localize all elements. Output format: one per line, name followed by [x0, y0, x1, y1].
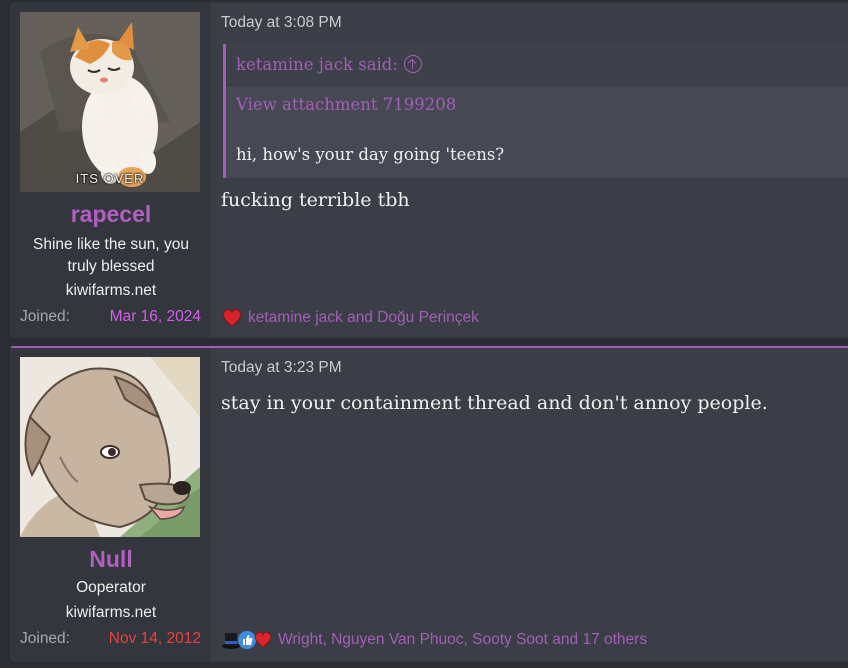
post: Null Ooperator kiwifarms.net Joined: Nov… [10, 346, 848, 662]
username[interactable]: rapecel [11, 201, 211, 228]
user-banner: kiwifarms.net [65, 604, 157, 621]
post-timestamp[interactable]: Today at 3:23 PM [221, 359, 342, 377]
reactions-bar[interactable]: ketamine jack and Doğu Perinçek [221, 307, 479, 329]
username[interactable]: Null [11, 546, 211, 573]
message-user: Null Ooperator kiwifarms.net Joined: Nov… [11, 348, 211, 661]
post-body: fucking terrible tbh [221, 189, 410, 211]
joined-date: Mar 16, 2024 [109, 308, 201, 325]
quote-block: ketamine jack said: View attachment 7199… [223, 44, 848, 178]
avatar[interactable] [20, 357, 200, 537]
user-title: Ooperator [76, 579, 146, 596]
joined-label: Joined: [20, 630, 70, 647]
post-body: stay in your containment thread and don'… [221, 392, 768, 414]
quote-header: ketamine jack said: [226, 44, 848, 86]
message-user: ITS OVER rapecel Shine like the sun, you… [11, 3, 211, 337]
quote-author-link[interactable]: ketamine jack said: [236, 55, 422, 74]
avatar-caption: ITS OVER [75, 171, 145, 186]
avatar[interactable]: ITS OVER [20, 12, 200, 192]
heart-icon [254, 631, 272, 648]
user-title: Shine like the sun, you truly blessed [33, 236, 189, 275]
post: ITS OVER rapecel Shine like the sun, you… [10, 2, 848, 338]
reaction-users[interactable]: ketamine jack and Doğu Perinçek [248, 309, 479, 327]
attachment-link[interactable]: View attachment 7199208 [236, 95, 456, 114]
quote-text: hi, how's your day going 'teens? [236, 145, 505, 164]
message-main: Today at 3:23 PM stay in your containmen… [221, 348, 848, 661]
reactions-bar[interactable]: Wright, Nguyen Van Phuoc, Sooty Soot and… [221, 629, 647, 651]
joined-label: Joined: [20, 308, 70, 325]
arrow-up-circle-icon[interactable] [403, 55, 422, 73]
cat-avatar-image [20, 12, 200, 192]
post-timestamp[interactable]: Today at 3:08 PM [221, 14, 342, 32]
quote-author-label: ketamine jack said: [236, 55, 398, 74]
reaction-users[interactable]: Wright, Nguyen Van Phuoc, Sooty Soot and… [278, 631, 647, 649]
user-banner: kiwifarms.net [65, 282, 157, 299]
reaction-icons [221, 629, 273, 651]
message-main: Today at 3:08 PM ketamine jack said: Vie… [221, 3, 848, 337]
heart-icon [223, 309, 241, 327]
joined-date: Nov 14, 2012 [108, 630, 201, 647]
dog-avatar-image [20, 357, 200, 537]
reaction-icons [221, 307, 243, 329]
